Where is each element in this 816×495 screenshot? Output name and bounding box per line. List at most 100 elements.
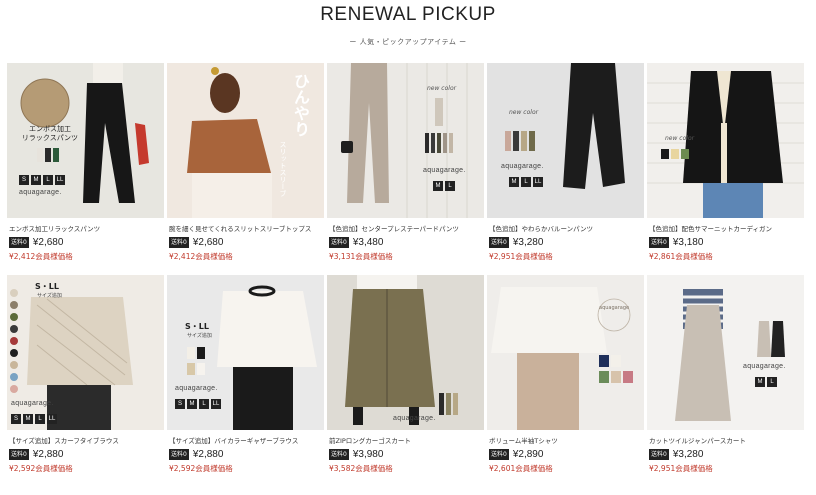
product-price: ¥2,880 xyxy=(192,448,224,460)
product-photo xyxy=(647,275,804,430)
product-card[interactable]: S・LL サイズ追加 aquagarage. S M L LL 【サイズ追加】バ… xyxy=(167,275,324,473)
product-overlay-subtext: サイズ追加 xyxy=(37,293,62,299)
price-row: 送料0 ¥2,880 xyxy=(169,448,223,460)
product-name[interactable]: 【色追加】やわらかバルーンパンツ xyxy=(489,223,645,233)
product-overlay-text: new color xyxy=(427,85,457,92)
price-row: 送料0 ¥2,680 xyxy=(9,236,63,248)
size-badges: S M L LL xyxy=(19,175,65,185)
size-badge: M xyxy=(187,399,197,409)
size-badge: M xyxy=(31,175,41,185)
brand-logo: aquagarage. xyxy=(501,163,544,170)
member-price: ¥3,582会員様価格 xyxy=(329,464,393,473)
product-name[interactable]: 【色追加】配色サマーニットカーディガン xyxy=(649,223,805,233)
free-shipping-badge: 送料0 xyxy=(649,448,669,460)
product-name[interactable]: エンボス加工リラックスパンツ xyxy=(9,223,165,233)
product-card[interactable]: ひんやり スリットスリーブ 腕を細く見せてくれるスリットスリーブトップス 送料0… xyxy=(167,63,324,261)
product-name[interactable]: 前ZIPロングカーゴスカート xyxy=(329,435,485,445)
free-shipping-badge: 送料0 xyxy=(9,236,29,248)
size-badge: LL xyxy=(211,399,221,409)
product-image[interactable]: エンボス加工 リラックスパンツ S M L LL aquagarage. xyxy=(7,63,164,218)
product-image[interactable]: new color aquagarage. M L LL xyxy=(487,63,644,218)
product-image[interactable]: new color M L aquagarage. xyxy=(327,63,484,218)
member-price: ¥3,131会員様価格 xyxy=(329,252,393,261)
member-price: ¥2,592会員様価格 xyxy=(9,464,73,473)
price-row: 送料0 ¥3,280 xyxy=(649,448,703,460)
product-overlay-text: S・LL xyxy=(35,282,59,291)
brand-logo: aquagarage. xyxy=(175,385,218,392)
product-price: ¥3,980 xyxy=(352,448,384,460)
product-photo xyxy=(327,63,484,218)
free-shipping-badge: 送料0 xyxy=(489,448,509,460)
product-name[interactable]: カットツイルジャンパースカート xyxy=(649,435,805,445)
product-name[interactable]: 【色追加】センタープレステーパードパンツ xyxy=(329,223,485,233)
product-price: ¥3,280 xyxy=(672,448,704,460)
free-shipping-badge: 送料0 xyxy=(489,236,509,248)
price-row: 送料0 ¥2,680 xyxy=(169,236,223,248)
product-image[interactable]: new color xyxy=(647,63,804,218)
size-badge: L xyxy=(35,414,45,424)
brand-logo: aquagarage. xyxy=(11,400,54,407)
size-badges: S M L LL xyxy=(175,399,221,409)
member-price: ¥2,861会員様価格 xyxy=(649,252,713,261)
brand-logo: aquagarage. xyxy=(393,415,436,422)
product-overlay-text: aquagarage xyxy=(599,305,630,311)
product-overlay-text: エンボス加工 リラックスパンツ xyxy=(21,125,79,142)
size-badges: M L xyxy=(755,377,777,387)
product-card[interactable]: aquagarage. M L カットツイルジャンパースカート 送料0 ¥3,2… xyxy=(647,275,804,473)
product-card[interactable]: aquagarage. 前ZIPロングカーゴスカート 送料0 ¥3,980 ¥3… xyxy=(327,275,484,473)
size-badge: M xyxy=(509,177,519,187)
product-price: ¥2,880 xyxy=(32,448,64,460)
size-badge: LL xyxy=(55,175,65,185)
product-card[interactable]: エンボス加工 リラックスパンツ S M L LL aquagarage. エンボ… xyxy=(7,63,164,261)
size-badge: S xyxy=(19,175,29,185)
product-image[interactable]: aquagarage xyxy=(487,275,644,430)
size-badge: LL xyxy=(533,177,543,187)
free-shipping-badge: 送料0 xyxy=(329,236,349,248)
price-row: 送料0 ¥2,880 xyxy=(9,448,63,460)
size-badge: L xyxy=(521,177,531,187)
product-name[interactable]: 【サイズ追加】スカーフタイブラウス xyxy=(9,435,165,445)
product-photo xyxy=(487,63,644,218)
product-name[interactable]: ボリューム半袖Tシャツ xyxy=(489,435,645,445)
size-badge: L xyxy=(199,399,209,409)
brand-logo: aquagarage. xyxy=(743,363,786,370)
product-image[interactable]: S・LL サイズ追加 aquagarage. S M L LL xyxy=(7,275,164,430)
size-badge: M xyxy=(755,377,765,387)
product-overlay-text: new color xyxy=(665,135,695,142)
free-shipping-badge: 送料0 xyxy=(9,448,29,460)
product-card[interactable]: S・LL サイズ追加 aquagarage. S M L LL 【サイズ追加】ス… xyxy=(7,275,164,473)
product-image[interactable]: aquagarage. M L xyxy=(647,275,804,430)
member-price: ¥2,592会員様価格 xyxy=(169,464,233,473)
size-badges: M L xyxy=(433,181,455,191)
price-row: 送料0 ¥3,980 xyxy=(329,448,383,460)
free-shipping-badge: 送料0 xyxy=(169,236,189,248)
member-price: ¥2,412会員様価格 xyxy=(169,252,233,261)
product-card[interactable]: new color M L aquagarage. 【色追加】センタープレステー… xyxy=(327,63,484,261)
size-badge: M xyxy=(433,181,443,191)
size-badge: M xyxy=(23,414,33,424)
product-card[interactable]: new color 【色追加】配色サマーニットカーディガン 送料0 ¥3,180… xyxy=(647,63,804,261)
product-price: ¥3,280 xyxy=(512,236,544,248)
size-badge: S xyxy=(175,399,185,409)
product-name[interactable]: 【サイズ追加】バイカラーギャザーブラウス xyxy=(169,435,325,445)
product-card[interactable]: aquagarage ボリューム半袖Tシャツ 送料0 ¥2,890 ¥2,601… xyxy=(487,275,644,473)
product-image[interactable]: aquagarage. xyxy=(327,275,484,430)
size-badge: L xyxy=(767,377,777,387)
member-price: ¥2,412会員様価格 xyxy=(9,252,73,261)
product-price: ¥2,890 xyxy=(512,448,544,460)
section-title: RENEWAL PICKUP xyxy=(320,4,496,25)
member-price: ¥2,951会員様価格 xyxy=(489,252,553,261)
product-image[interactable]: S・LL サイズ追加 aquagarage. S M L LL xyxy=(167,275,324,430)
price-row: 送料0 ¥3,480 xyxy=(329,236,383,248)
product-price: ¥2,680 xyxy=(192,236,224,248)
product-card[interactable]: new color aquagarage. M L LL 【色追加】やわらかバル… xyxy=(487,63,644,261)
price-row: 送料0 ¥3,280 xyxy=(489,236,543,248)
size-badge: L xyxy=(43,175,53,185)
product-price: ¥3,180 xyxy=(672,236,704,248)
product-price: ¥2,680 xyxy=(32,236,64,248)
product-name[interactable]: 腕を細く見せてくれるスリットスリーブトップス xyxy=(169,223,325,233)
brand-logo: aquagarage. xyxy=(423,167,466,174)
brand-logo: aquagarage. xyxy=(19,189,62,196)
product-image[interactable]: ひんやり スリットスリーブ xyxy=(167,63,324,218)
size-badges: M L LL xyxy=(509,177,543,187)
